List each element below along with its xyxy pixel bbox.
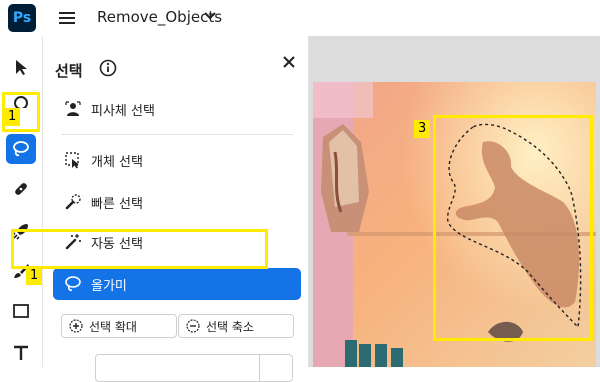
quick-select-icon (63, 192, 83, 212)
menu-item-label: 피사체 선택 (91, 103, 155, 119)
expand-selection-label: 선택 확대 (89, 319, 137, 334)
info-icon[interactable] (99, 59, 117, 77)
menu-item-label: 개체 선택 (91, 154, 143, 170)
tool-bar (0, 36, 43, 367)
lasso-icon (63, 274, 83, 294)
menu-marker-label: 1 (26, 267, 43, 285)
lasso-tool-icon[interactable] (6, 134, 36, 164)
menu-item-quick-select[interactable]: 빠른 선택 (53, 186, 301, 218)
contract-selection-icon (186, 319, 200, 333)
expand-selection-button[interactable]: 선택 확대 (61, 314, 177, 338)
object-select-icon (63, 150, 83, 170)
healing-tool-icon[interactable] (6, 174, 36, 204)
menu-item-label: 빠른 선택 (91, 196, 143, 212)
menu-item-lasso[interactable]: 올가미 (53, 268, 301, 300)
tool-marker-label: 1 (4, 108, 21, 126)
close-icon[interactable] (281, 54, 297, 70)
subject-select-icon (63, 99, 83, 119)
contract-selection-label: 선택 축소 (206, 319, 254, 334)
menu-item-object-select[interactable]: 개체 선택 (53, 144, 301, 176)
divider (61, 134, 293, 135)
panel-title: 선택 (55, 62, 83, 80)
hamburger-menu-icon[interactable] (59, 10, 75, 26)
partial-input-field[interactable] (95, 354, 293, 382)
canvas-marker-label: 3 (414, 120, 431, 138)
expand-selection-icon (69, 319, 83, 333)
object-highlight-box (433, 115, 593, 341)
move-tool-icon[interactable] (6, 52, 36, 82)
top-bar: Ps Remove_Objects (0, 0, 600, 37)
contract-selection-button[interactable]: 선택 축소 (178, 314, 294, 338)
lasso-menu-highlight-box (11, 229, 268, 269)
type-tool-icon[interactable] (6, 338, 36, 368)
rectangle-tool-icon[interactable] (6, 296, 36, 326)
chevron-down-icon[interactable] (203, 8, 217, 24)
selection-panel: 선택 피사체 선택 개체 선택 빠른 선택 자동 선택 올가미 선택 확대 선택… (43, 36, 309, 382)
photoshop-logo: Ps (8, 4, 36, 32)
menu-item-subject-select[interactable]: 피사체 선택 (53, 93, 301, 125)
menu-item-label: 올가미 (91, 278, 127, 294)
